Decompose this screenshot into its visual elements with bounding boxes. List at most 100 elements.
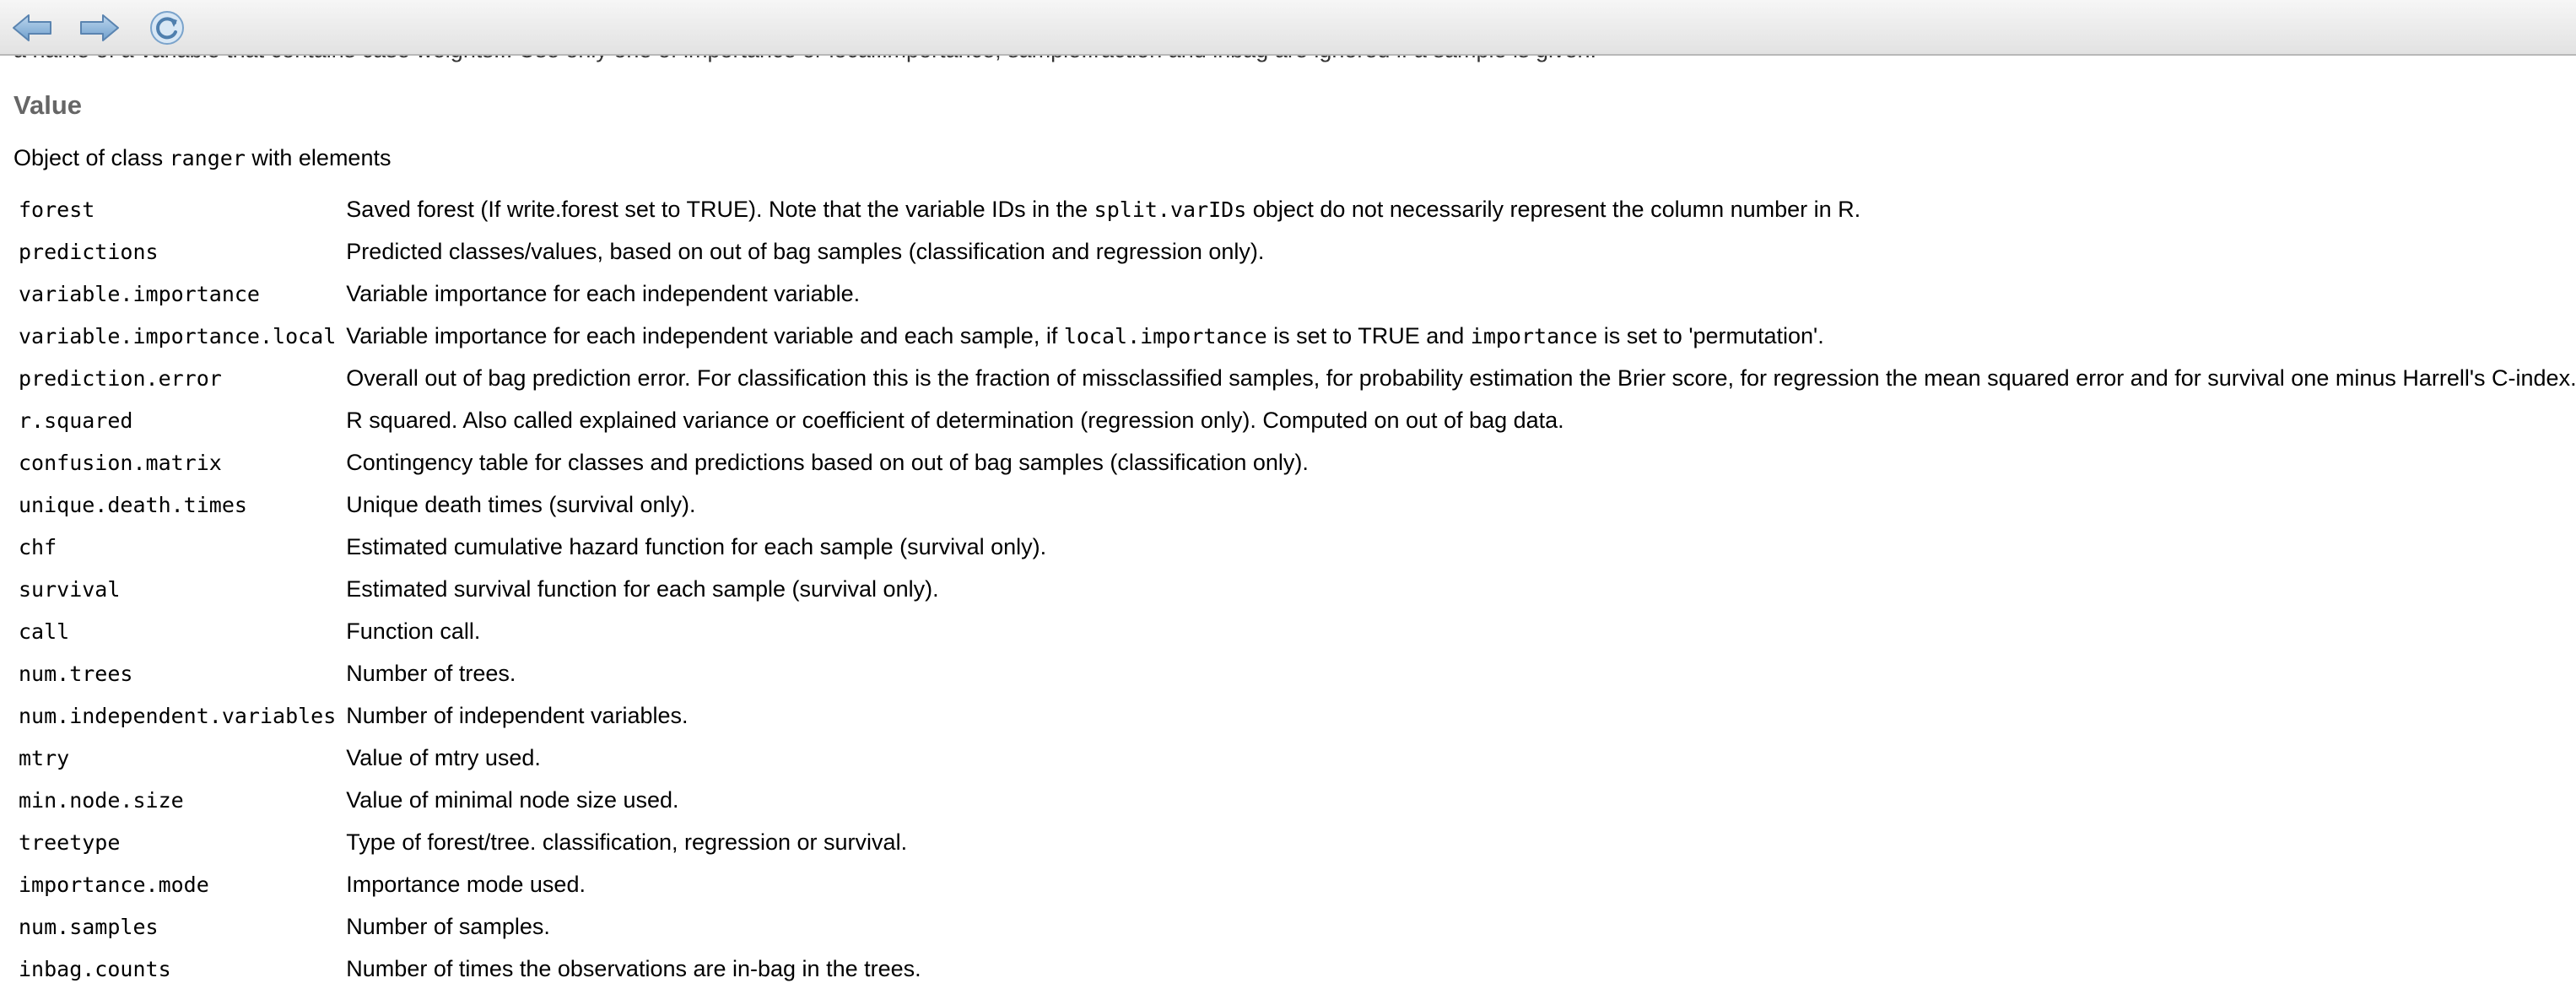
element-name-cell: survival [14,568,341,610]
cut-text: a name of a variable that contains case … [14,56,1596,63]
help-page-content: a name of a variable that contains case … [14,56,2576,990]
element-description: Overall out of bag prediction error. For… [341,357,2576,399]
inline-code: split.varIDs [1094,197,1247,222]
table-row: inbag.counts Number of times the observat… [14,948,2576,990]
element-name: treetype [19,829,121,855]
description-text: Value of minimal node size used. [346,786,679,813]
element-name-cell: r.squared [14,399,341,441]
element-description: Predicted classes/values, based on out o… [341,230,2576,273]
description-text: Predicted classes/values, based on out o… [346,238,1265,264]
element-name: survival [19,576,121,602]
element-description: Value of minimal node size used. [341,779,2576,821]
description-text: object do not necessarily represent the … [1246,196,1861,222]
table-row: confusion.matrix Contingency table for cl… [14,441,2576,483]
description-text: R squared. Also called explained varianc… [346,407,1564,433]
element-name: r.squared [19,408,133,433]
description-text: Number of times the observations are in-… [346,955,921,981]
element-name: chf [19,534,57,559]
table-row: r.squared R squared. Also called explaine… [14,399,2576,441]
table-row: variable.importance.local Variable import… [14,315,2576,357]
element-name-cell: mtry [14,737,341,779]
element-name-cell: min.node.size [14,779,341,821]
inline-code: importance [1470,323,1598,348]
element-name: variable.importance.local [19,323,337,348]
table-row: mtry Value of mtry used. [14,737,2576,779]
description-text: Importance mode used. [346,871,586,897]
element-name: call [19,619,70,644]
element-name-cell: variable.importance [14,273,341,315]
table-row: survival Estimated survival function for … [14,568,2576,610]
description-text: Unique death times (survival only). [346,491,696,517]
table-row: unique.death.times Unique death times (su… [14,483,2576,526]
description-text: Function call. [346,618,481,644]
element-description: Number of samples. [341,905,2576,948]
description-text: Overall out of bag prediction error. For… [346,365,2576,391]
description-text: is set to TRUE and [1266,322,1471,348]
description-text: Estimated cumulative hazard function for… [346,533,1047,559]
back-arrow-icon[interactable] [8,8,56,47]
element-name-cell: variable.importance.local [14,315,341,357]
element-name: predictions [19,239,159,264]
description-text: Contingency table for classes and predic… [346,449,1309,475]
element-name: inbag.counts [19,956,171,981]
description-text: Value of mtry used. [346,744,541,770]
table-row: num.independent.variables Number of indep… [14,694,2576,737]
element-name-cell: unique.death.times [14,483,341,526]
refresh-icon[interactable] [143,8,191,47]
element-name: min.node.size [19,787,184,813]
element-name: prediction.error [19,365,222,391]
description-text: Number of trees. [346,660,516,686]
element-name: num.independent.variables [19,703,337,728]
description-text: Variable importance for each independent… [346,280,861,306]
element-name: num.samples [19,914,159,939]
table-row: num.samples Number of samples. [14,905,2576,948]
element-name: importance.mode [19,872,209,897]
element-description: Estimated cumulative hazard function for… [341,526,2576,568]
element-description: Value of mtry used. [341,737,2576,779]
table-row: call Function call. [14,610,2576,652]
element-description: Unique death times (survival only). [341,483,2576,526]
section-intro: Object of class ranger with elements [14,143,2570,173]
element-description: Number of independent variables. [341,694,2576,737]
element-description: Saved forest (If write.forest set to TRU… [341,188,2576,230]
description-text: Type of forest/tree. classification, reg… [346,829,908,855]
element-name-cell: num.independent.variables [14,694,341,737]
element-description: Variable importance for each independent… [341,273,2576,315]
table-row: chf Estimated cumulative hazard function … [14,526,2576,568]
element-name-cell: num.samples [14,905,341,948]
element-name: unique.death.times [19,492,247,517]
intro-prefix: Object of class [14,145,170,171]
table-row: num.trees Number of trees. [14,652,2576,694]
intro-code: ranger [169,146,246,171]
element-name: num.trees [19,661,133,686]
table-row: prediction.error Overall out of bag predi… [14,357,2576,399]
description-text: Estimated survival function for each sam… [346,575,939,602]
element-description: Number of times the observations are in-… [341,948,2576,990]
value-elements-table: forest Saved forest (If write.forest set … [14,188,2576,990]
forward-arrow-icon[interactable] [76,8,123,47]
element-description: Type of forest/tree. classification, reg… [341,821,2576,863]
description-text: Number of independent variables. [346,702,689,728]
element-name-cell: importance.mode [14,863,341,905]
browser-toolbar [0,0,2576,56]
element-name-cell: chf [14,526,341,568]
element-name: mtry [19,745,70,770]
element-description: Number of trees. [341,652,2576,694]
table-row: importance.mode Importance mode used. [14,863,2576,905]
element-name: confusion.matrix [19,450,222,475]
element-name-cell: confusion.matrix [14,441,341,483]
element-name-cell: num.trees [14,652,341,694]
table-row: predictions Predicted classes/values, bas… [14,230,2576,273]
element-name: forest [19,197,95,222]
description-text: is set to 'permutation'. [1597,322,1824,348]
element-description: R squared. Also called explained varianc… [341,399,2576,441]
table-row: min.node.size Value of minimal node size … [14,779,2576,821]
description-text: Saved forest (If write.forest set to TRU… [346,196,1094,222]
element-description: Estimated survival function for each sam… [341,568,2576,610]
element-name-cell: predictions [14,230,341,273]
description-text: Number of samples. [346,913,550,939]
element-description: Function call. [341,610,2576,652]
element-description: Importance mode used. [341,863,2576,905]
element-name-cell: forest [14,188,341,230]
table-row: forest Saved forest (If write.forest set … [14,188,2576,230]
